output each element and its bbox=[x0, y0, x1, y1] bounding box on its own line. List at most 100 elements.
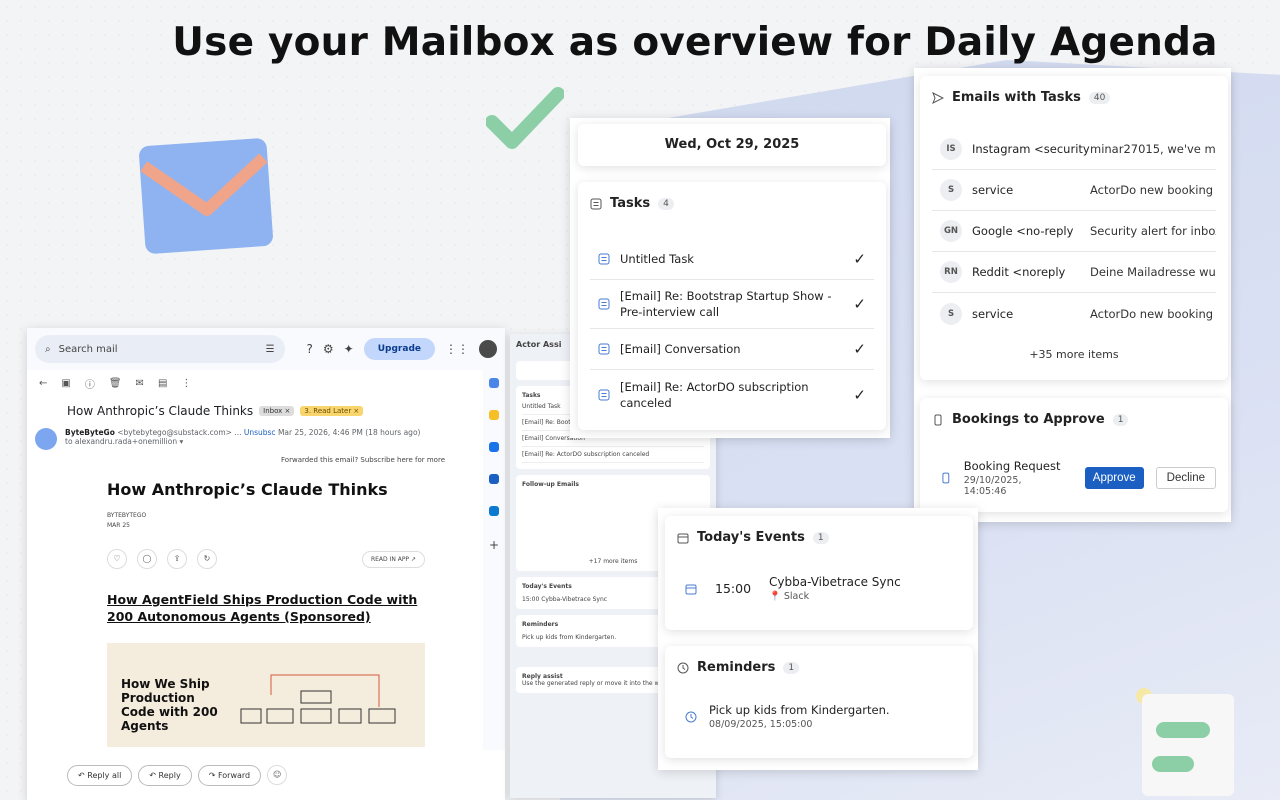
upgrade-button[interactable]: Upgrade bbox=[363, 338, 435, 360]
message-toolbar: ← ▣ ⓘ 🗑 ✉ ▤ ⋮ bbox=[27, 370, 505, 396]
email-from: Reddit <noreply bbox=[972, 265, 1066, 279]
bookings-card: Bookings to Approve 1 Booking Request 29… bbox=[920, 398, 1228, 512]
list-item[interactable]: [Email] Conversation ✓ bbox=[590, 329, 874, 370]
archive-icon[interactable]: ▣ bbox=[61, 378, 70, 389]
task-icon bbox=[598, 253, 610, 265]
emoji-icon[interactable]: ☺ bbox=[267, 765, 288, 785]
avatar: S bbox=[940, 179, 962, 201]
events-card: Today's Events 1 15:00 Cybba-Vibetrace S… bbox=[665, 516, 973, 630]
email-from: service bbox=[972, 306, 1014, 321]
list-item[interactable]: 15:00 Cybba-Vibetrace Sync 📍 Slack bbox=[677, 575, 961, 602]
reply-bar: ↶ Reply all ↶ Reply ↷ Forward ☺ bbox=[27, 750, 505, 800]
table-row[interactable]: GN Google <no-reply Security alert for i… bbox=[932, 211, 1216, 252]
more-items-link[interactable]: +35 more items bbox=[932, 348, 1216, 361]
delete-icon[interactable]: 🗑 bbox=[109, 378, 122, 389]
note-decoration-icon bbox=[1136, 688, 1234, 796]
avatar[interactable] bbox=[479, 340, 497, 358]
reply-button[interactable]: ↶ Reply bbox=[138, 764, 192, 786]
search-input[interactable]: ⌕ Search mail ☰ bbox=[35, 335, 285, 363]
tasks-count: 4 bbox=[658, 197, 674, 210]
list-item[interactable]: [Email] Re: Bootstrap Startup Show - Pre… bbox=[590, 280, 874, 329]
emails-count: 40 bbox=[1088, 91, 1111, 104]
bookings-title: Bookings to Approve bbox=[952, 412, 1105, 427]
send-icon bbox=[932, 91, 944, 104]
mark-unread-icon[interactable]: ✉ bbox=[136, 378, 144, 389]
table-row[interactable]: RN Reddit <noreply Deine Mailadresse wur… bbox=[932, 252, 1216, 293]
booking-time: 29/10/2025, 14:05:46 bbox=[963, 475, 1022, 497]
contacts-icon[interactable] bbox=[489, 474, 499, 484]
avatar: RN bbox=[940, 261, 962, 283]
trello-icon[interactable] bbox=[489, 506, 499, 516]
list-item[interactable]: Untitled Task ✓ bbox=[590, 239, 874, 280]
label-inbox[interactable]: Inbox × bbox=[259, 406, 295, 416]
label-read-later[interactable]: 3. Read Later × bbox=[300, 406, 364, 416]
list-item: Booking Request 29/10/2025, 14:05:46 App… bbox=[932, 459, 1216, 497]
task-title: [Email] Re: ActorDO subscription cancele… bbox=[620, 379, 809, 410]
table-row[interactable]: S service ActorDo new booking re bbox=[932, 170, 1216, 211]
events-title: Today's Events bbox=[697, 530, 805, 545]
checkmark-icon[interactable]: ✓ bbox=[853, 250, 866, 268]
subject-row: How Anthropic’s Claude Thinks Inbox × 3.… bbox=[27, 396, 505, 426]
emails-card: Emails with Tasks 40 IS Instagram <secur… bbox=[920, 76, 1228, 380]
move-icon[interactable]: ▤ bbox=[158, 378, 167, 389]
forward-button[interactable]: ↷ Forward bbox=[197, 764, 262, 786]
events-count: 1 bbox=[812, 531, 829, 544]
keep-icon[interactable] bbox=[489, 410, 499, 420]
table-row[interactable]: S service ActorDo new booking re bbox=[932, 293, 1216, 334]
article-title: How Anthropic’s Claude Thinks bbox=[107, 480, 388, 499]
sponsored-headline[interactable]: How AgentField Ships Production Code wit… bbox=[107, 591, 425, 625]
apps-grid-icon[interactable]: ⋮⋮ bbox=[445, 342, 469, 356]
decline-button[interactable]: Decline bbox=[1155, 467, 1216, 489]
reminders-count: 1 bbox=[783, 661, 800, 674]
promo-text: How We Ship Production Code with 200 Age… bbox=[121, 677, 218, 733]
promo-image: How We Ship Production Code with 200 Age… bbox=[107, 643, 425, 747]
phone-icon bbox=[934, 414, 942, 425]
calendar-icon bbox=[677, 533, 689, 543]
checkmark-icon[interactable]: ✓ bbox=[853, 295, 866, 313]
checkmark-icon[interactable]: ✓ bbox=[853, 386, 866, 404]
list-icon bbox=[590, 198, 602, 209]
tasks-icon[interactable] bbox=[489, 442, 499, 452]
calendar-icon bbox=[685, 584, 697, 594]
comment-icon[interactable]: ◯ bbox=[137, 549, 157, 569]
email-from: Google <no-reply bbox=[972, 224, 1074, 238]
calendar-icon[interactable] bbox=[489, 378, 499, 388]
task-title: Untitled Task bbox=[620, 252, 694, 266]
reply-all-button[interactable]: ↶ Reply all bbox=[67, 764, 133, 786]
list-item[interactable]: [Email] Re: ActorDO subscription cancele… bbox=[590, 370, 874, 419]
read-in-app-button[interactable]: READ IN APP ↗ bbox=[361, 550, 425, 568]
task-title: [Email] Re: Bootstrap Startup Show - Pre… bbox=[620, 289, 832, 319]
reminders-title: Reminders bbox=[697, 660, 776, 675]
to-line[interactable]: to alexandru.rada+onemillion ▾ bbox=[65, 437, 420, 446]
email-subject: ActorDo new booking re bbox=[1090, 306, 1216, 321]
gmail-top-bar: ⌕ Search mail ☰ ? ⚙ ✦ Upgrade ⋮⋮ bbox=[27, 328, 505, 370]
gear-icon[interactable]: ⚙ bbox=[323, 342, 334, 356]
share-icon[interactable]: ⇪ bbox=[167, 549, 187, 569]
sparkle-icon[interactable]: ✦ bbox=[344, 342, 354, 356]
task-list: Untitled Task ✓ [Email] Re: Bootstrap St… bbox=[590, 239, 874, 419]
sent-time: Mar 25, 2026, 4:46 PM (18 hours ago) bbox=[277, 428, 421, 437]
booking-title: Booking Request bbox=[963, 459, 1061, 473]
table-row[interactable]: IS Instagram <security minar27015, we've… bbox=[932, 129, 1216, 170]
email-subject: minar27015, we've made bbox=[1090, 142, 1216, 156]
back-arrow-icon[interactable]: ← bbox=[39, 378, 47, 389]
search-placeholder: Search mail bbox=[58, 343, 118, 355]
add-icon[interactable]: + bbox=[489, 538, 499, 552]
approve-button[interactable]: Approve bbox=[1084, 467, 1144, 489]
heart-icon[interactable]: ♡ bbox=[107, 549, 127, 569]
restack-icon[interactable]: ↻ bbox=[197, 549, 217, 569]
checkmark-icon[interactable]: ✓ bbox=[853, 340, 866, 358]
clock-icon bbox=[677, 662, 689, 673]
date-header: Wed, Oct 29, 2025 bbox=[578, 124, 886, 166]
email-subject: How Anthropic’s Claude Thinks bbox=[67, 404, 254, 418]
task-icon bbox=[598, 343, 610, 355]
filter-icon[interactable]: ☰ bbox=[266, 344, 275, 355]
task-icon bbox=[598, 298, 610, 310]
list-item[interactable]: Pick up kids from Kindergarten. 08/09/20… bbox=[677, 703, 961, 730]
more-icon[interactable]: ⋮ bbox=[181, 378, 191, 389]
report-icon[interactable]: ⓘ bbox=[85, 376, 95, 391]
unsubscribe-link[interactable]: Unsubsc bbox=[244, 428, 276, 437]
side-rail: + bbox=[483, 370, 505, 800]
article: How Anthropic’s Claude Thinks BYTEBYTEGO… bbox=[27, 464, 505, 747]
help-icon[interactable]: ? bbox=[307, 342, 313, 356]
